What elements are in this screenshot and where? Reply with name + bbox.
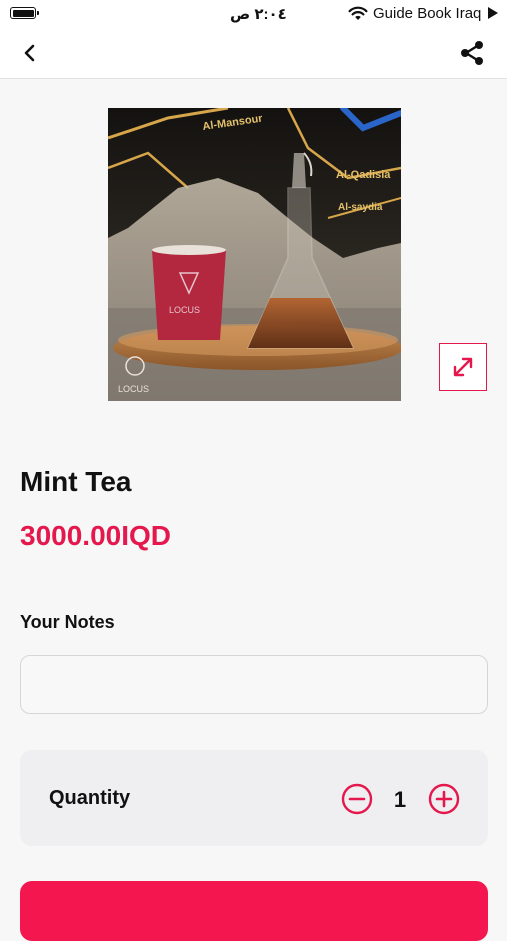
back-icon[interactable] — [18, 41, 42, 65]
image-text-locus-logo: LOCUS — [118, 384, 149, 394]
play-arrow-icon — [488, 7, 498, 19]
navigation-bar — [0, 28, 507, 79]
product-title: Mint Tea — [20, 466, 132, 497]
expand-icon — [453, 357, 473, 377]
share-icon[interactable] — [458, 39, 486, 67]
status-bar: ٢:٠٤ ص Guide Book Iraq — [0, 0, 507, 28]
increase-quantity-icon[interactable] — [428, 783, 460, 815]
wifi-icon — [348, 6, 368, 20]
image-text-alqadisia: Al-Qadisia — [336, 169, 391, 181]
decrease-quantity-icon[interactable] — [341, 783, 373, 815]
notes-input[interactable] — [20, 655, 488, 714]
quantity-value: 1 — [393, 787, 407, 812]
image-text-locus-cup: LOCUS — [169, 305, 200, 315]
quantity-label: Quantity — [49, 787, 131, 809]
product-price: 3000.00IQD — [20, 520, 171, 551]
product-image[interactable]: Al-Mansour Al-Qadisia Al-saydia LOCUS LO… — [108, 108, 401, 401]
image-text-alsaydia: Al-saydia — [338, 202, 383, 213]
battery-icon — [10, 7, 39, 19]
notes-label: Your Notes — [20, 612, 115, 632]
status-time: ٢:٠٤ ص — [230, 6, 287, 23]
product-photo: Al-Mansour Al-Qadisia Al-saydia LOCUS LO… — [108, 108, 401, 401]
add-to-cart-button[interactable] — [20, 881, 488, 941]
carrier-name: Guide Book Iraq — [373, 5, 482, 22]
expand-image-button[interactable] — [439, 343, 487, 391]
quantity-card: Quantity 1 — [20, 750, 488, 846]
